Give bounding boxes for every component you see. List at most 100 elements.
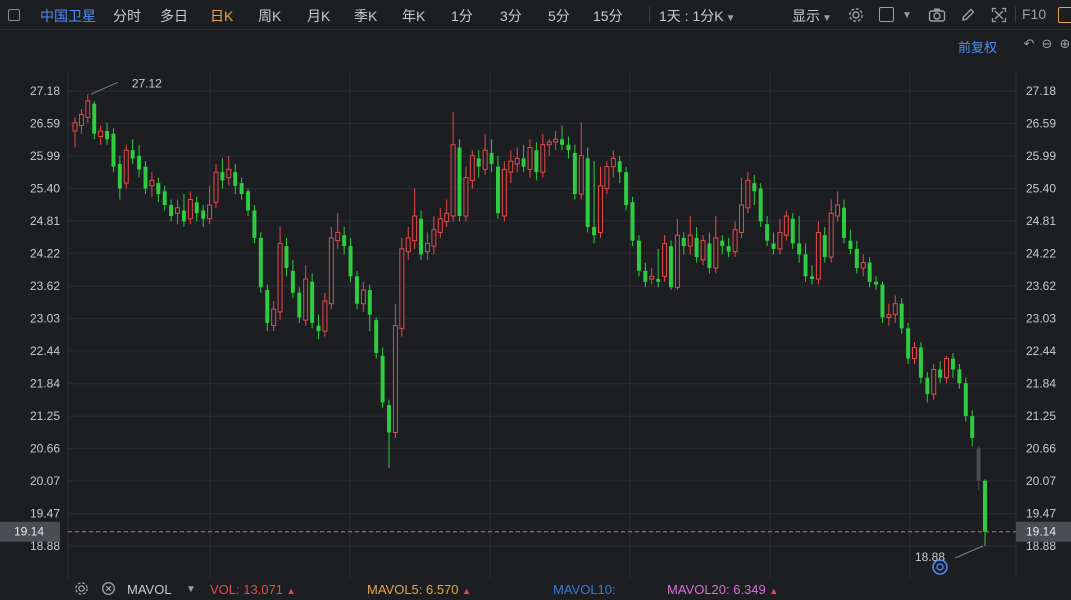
camera-icon[interactable] bbox=[926, 4, 948, 26]
candle-body bbox=[874, 281, 879, 285]
tab-7[interactable]: 1分 bbox=[451, 6, 473, 26]
candle-body bbox=[495, 166, 500, 214]
candle-body bbox=[745, 179, 751, 209]
candle-body bbox=[860, 262, 866, 269]
tab-0[interactable]: 分时 bbox=[113, 6, 141, 26]
tab-10[interactable]: 15分 bbox=[593, 6, 623, 26]
candle-body bbox=[201, 210, 206, 219]
sidebar-toggle-icon[interactable] bbox=[1058, 7, 1071, 23]
chevron-down-icon: ▼ bbox=[725, 13, 736, 24]
stock-name[interactable]: 中国卫星 bbox=[40, 6, 96, 26]
interval-select[interactable]: 1天 : 1分K ▼ bbox=[659, 6, 736, 26]
price-tick-left: 21.84 bbox=[30, 377, 60, 391]
candle-body bbox=[444, 212, 450, 222]
candle-body bbox=[687, 234, 693, 247]
price-tick-left: 21.25 bbox=[30, 409, 60, 423]
tab-8[interactable]: 3分 bbox=[500, 6, 522, 26]
tab-3[interactable]: 周K bbox=[258, 6, 281, 26]
candle-body bbox=[297, 292, 302, 318]
candle-body bbox=[732, 229, 738, 253]
candle-body bbox=[156, 183, 161, 195]
candle-body bbox=[983, 480, 987, 532]
candle-body bbox=[213, 171, 219, 203]
candle-body bbox=[424, 242, 430, 253]
candle-body bbox=[354, 276, 359, 304]
price-tick-left: 20.07 bbox=[30, 474, 60, 488]
candle-body bbox=[149, 179, 155, 187]
candle-body bbox=[437, 218, 443, 233]
candle-body bbox=[194, 202, 199, 214]
tab-1[interactable]: 多日 bbox=[160, 6, 188, 26]
display-menu[interactable]: 显示 ▼ bbox=[792, 6, 832, 26]
restore-rights-button[interactable]: 前复权 bbox=[958, 37, 997, 56]
candle-body bbox=[662, 242, 668, 277]
undo-icon[interactable]: ↶ bbox=[1022, 37, 1036, 51]
candle-body bbox=[938, 369, 943, 378]
candle-body bbox=[111, 133, 116, 167]
candle-body bbox=[931, 368, 937, 395]
candle-body bbox=[130, 150, 135, 159]
candle-body bbox=[335, 231, 341, 242]
tab-6[interactable]: 年K bbox=[402, 6, 425, 26]
candle-body bbox=[649, 275, 655, 280]
candle-body bbox=[169, 205, 174, 216]
price-tick-right: 20.07 bbox=[1026, 474, 1056, 488]
candle-body bbox=[501, 168, 507, 217]
candle-body bbox=[367, 289, 372, 315]
candle-body bbox=[777, 231, 783, 250]
tab-5[interactable]: 季K bbox=[354, 6, 377, 26]
panel-toggle-icon[interactable] bbox=[8, 9, 20, 21]
candle-body bbox=[226, 168, 232, 179]
candle-body bbox=[258, 237, 263, 288]
price-tick-right: 23.03 bbox=[1026, 312, 1056, 326]
tab-2[interactable]: 日K bbox=[210, 6, 233, 26]
candle-body bbox=[380, 355, 385, 403]
mavol10-value: MAVOL10: bbox=[553, 582, 616, 597]
candle-body bbox=[85, 100, 91, 118]
candle-body bbox=[835, 204, 841, 217]
candle-body bbox=[316, 325, 321, 332]
candle-body bbox=[553, 138, 559, 143]
tab-9[interactable]: 5分 bbox=[548, 6, 570, 26]
chevron-down-icon[interactable]: ▼ bbox=[902, 10, 912, 21]
price-tick-left: 24.81 bbox=[30, 214, 60, 228]
candle-body bbox=[392, 325, 398, 434]
candle-body bbox=[239, 183, 244, 195]
zoom-in-icon[interactable]: ⊕ bbox=[1058, 37, 1071, 51]
zoom-out-icon[interactable]: ⊖ bbox=[1040, 37, 1054, 51]
candle-body bbox=[892, 303, 898, 316]
candle-body bbox=[610, 157, 616, 168]
locate-marker-icon bbox=[936, 563, 944, 571]
candle-body bbox=[604, 166, 610, 190]
pencil-icon[interactable] bbox=[957, 4, 979, 26]
tab-4[interactable]: 月K bbox=[307, 6, 330, 26]
indicator-name[interactable]: MAVOL bbox=[127, 582, 172, 597]
f10-button[interactable]: F10 bbox=[1022, 6, 1046, 22]
close-circle-icon[interactable] bbox=[101, 581, 116, 599]
candle-body bbox=[143, 166, 148, 189]
price-tick-right: 21.84 bbox=[1026, 377, 1056, 391]
layout-square-icon[interactable] bbox=[879, 7, 894, 22]
candle-body bbox=[578, 155, 584, 195]
candle-body bbox=[886, 314, 892, 318]
candle-body bbox=[310, 281, 315, 323]
candle-body bbox=[405, 237, 411, 253]
fullscreen-icon[interactable] bbox=[988, 4, 1010, 26]
chevron-down-icon[interactable]: ▼ bbox=[186, 584, 196, 595]
price-tick-right: 25.99 bbox=[1026, 149, 1056, 163]
candle-body bbox=[848, 240, 853, 249]
candle-body bbox=[726, 246, 731, 252]
candle-body bbox=[592, 226, 597, 236]
candle-body bbox=[265, 289, 270, 323]
display-label: 显示 bbox=[792, 8, 820, 24]
price-tick-right: 21.25 bbox=[1026, 409, 1056, 423]
settings-gear-icon[interactable] bbox=[74, 581, 89, 599]
candle-body bbox=[957, 369, 962, 384]
candlestick-chart[interactable]: 27.18 27.18 26.59 26.59 25.99 25.99 25.40 25.40… bbox=[0, 30, 1071, 578]
candle-body bbox=[803, 254, 808, 277]
price-tick-right: 24.81 bbox=[1026, 214, 1056, 228]
price-tick-right: 24.22 bbox=[1026, 246, 1056, 260]
candle-body bbox=[765, 224, 770, 241]
candle-body bbox=[720, 240, 725, 247]
gear-icon[interactable] bbox=[845, 4, 867, 26]
